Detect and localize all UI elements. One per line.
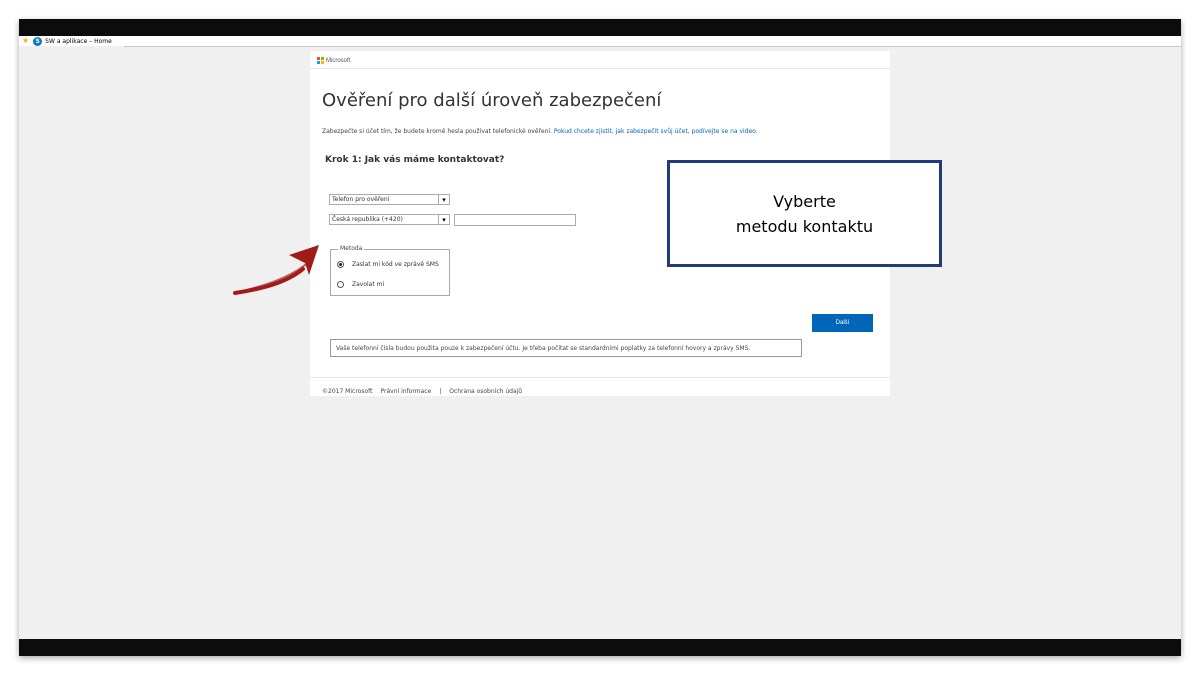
- next-button[interactable]: Další: [812, 314, 873, 332]
- intro-description: Zabezpečte si účet tím, že budete kromě …: [322, 128, 552, 135]
- header-divider: [310, 68, 890, 69]
- intro-video-link[interactable]: Pokud chcete zjistit, jak zabezpečit svů…: [554, 128, 758, 135]
- legal-link[interactable]: Právní informace: [380, 388, 431, 395]
- phone-number-input[interactable]: [454, 214, 576, 226]
- step-heading: Krok 1: Jak vás máme kontaktovat?: [325, 155, 505, 165]
- site-icon: S: [33, 36, 43, 46]
- chevron-down-icon[interactable]: ▾: [438, 215, 449, 224]
- footer-divider: [310, 377, 890, 378]
- radio-unchecked-icon[interactable]: [337, 281, 344, 288]
- method-option-call[interactable]: Zavolat mi: [337, 281, 384, 288]
- page-title: Ověření pro další úroveň zabezpečení: [322, 90, 662, 111]
- privacy-link[interactable]: Ochrana osobních údajů: [449, 388, 522, 395]
- method-option-sms[interactable]: Zaslat mi kód ve zprávě SMS: [337, 261, 439, 268]
- favorites-bar: ★ S SW a aplikace – Home: [19, 36, 1181, 46]
- method-fieldset: Metoda Zaslat mi kód ve zprávě SMS Zavol…: [330, 245, 450, 296]
- top-black-bar: [19, 19, 1181, 36]
- contact-type-value: Telefon pro ověření: [332, 196, 390, 203]
- annotation-line-1: Vyberte: [773, 191, 836, 211]
- microsoft-logo: Microsoft: [317, 57, 350, 64]
- method-legend: Metoda: [338, 245, 365, 252]
- favorites-star-icon[interactable]: ★: [22, 37, 29, 45]
- country-value: Česká republika (+420): [332, 216, 403, 223]
- country-select[interactable]: Česká republika (+420) ▾: [329, 214, 450, 225]
- microsoft-logo-icon: [317, 57, 324, 64]
- copyright: ©2017 Microsoft: [322, 388, 373, 395]
- screenshot-frame: ★ S SW a aplikace – Home Microsoft Ověře…: [19, 19, 1181, 656]
- contact-type-select[interactable]: Telefon pro ověření ▾: [329, 194, 450, 205]
- annotation-callout: Vyberte metodu kontaktu: [667, 160, 942, 267]
- radio-checked-icon[interactable]: [337, 261, 344, 268]
- method-option-label: Zavolat mi: [352, 281, 385, 288]
- chevron-down-icon[interactable]: ▾: [438, 195, 449, 204]
- intro-text: Zabezpečte si účet tím, že budete kromě …: [322, 128, 758, 135]
- favorites-divider: [124, 46, 1181, 47]
- method-option-label: Zaslat mi kód ve zprávě SMS: [352, 261, 439, 268]
- favorite-link[interactable]: SW a aplikace – Home: [45, 38, 112, 45]
- phone-usage-notice: Vaše telefonní čísla budou použita pouze…: [330, 339, 802, 357]
- annotation-line-2: metodu kontaktu: [735, 216, 874, 236]
- footer-separator: |: [439, 388, 442, 395]
- brand-label: Microsoft: [326, 57, 351, 64]
- red-arrow-icon: [233, 245, 319, 295]
- footer: ©2017 Microsoft Právní informace | Ochra…: [322, 388, 530, 395]
- bottom-black-bar: [19, 639, 1181, 656]
